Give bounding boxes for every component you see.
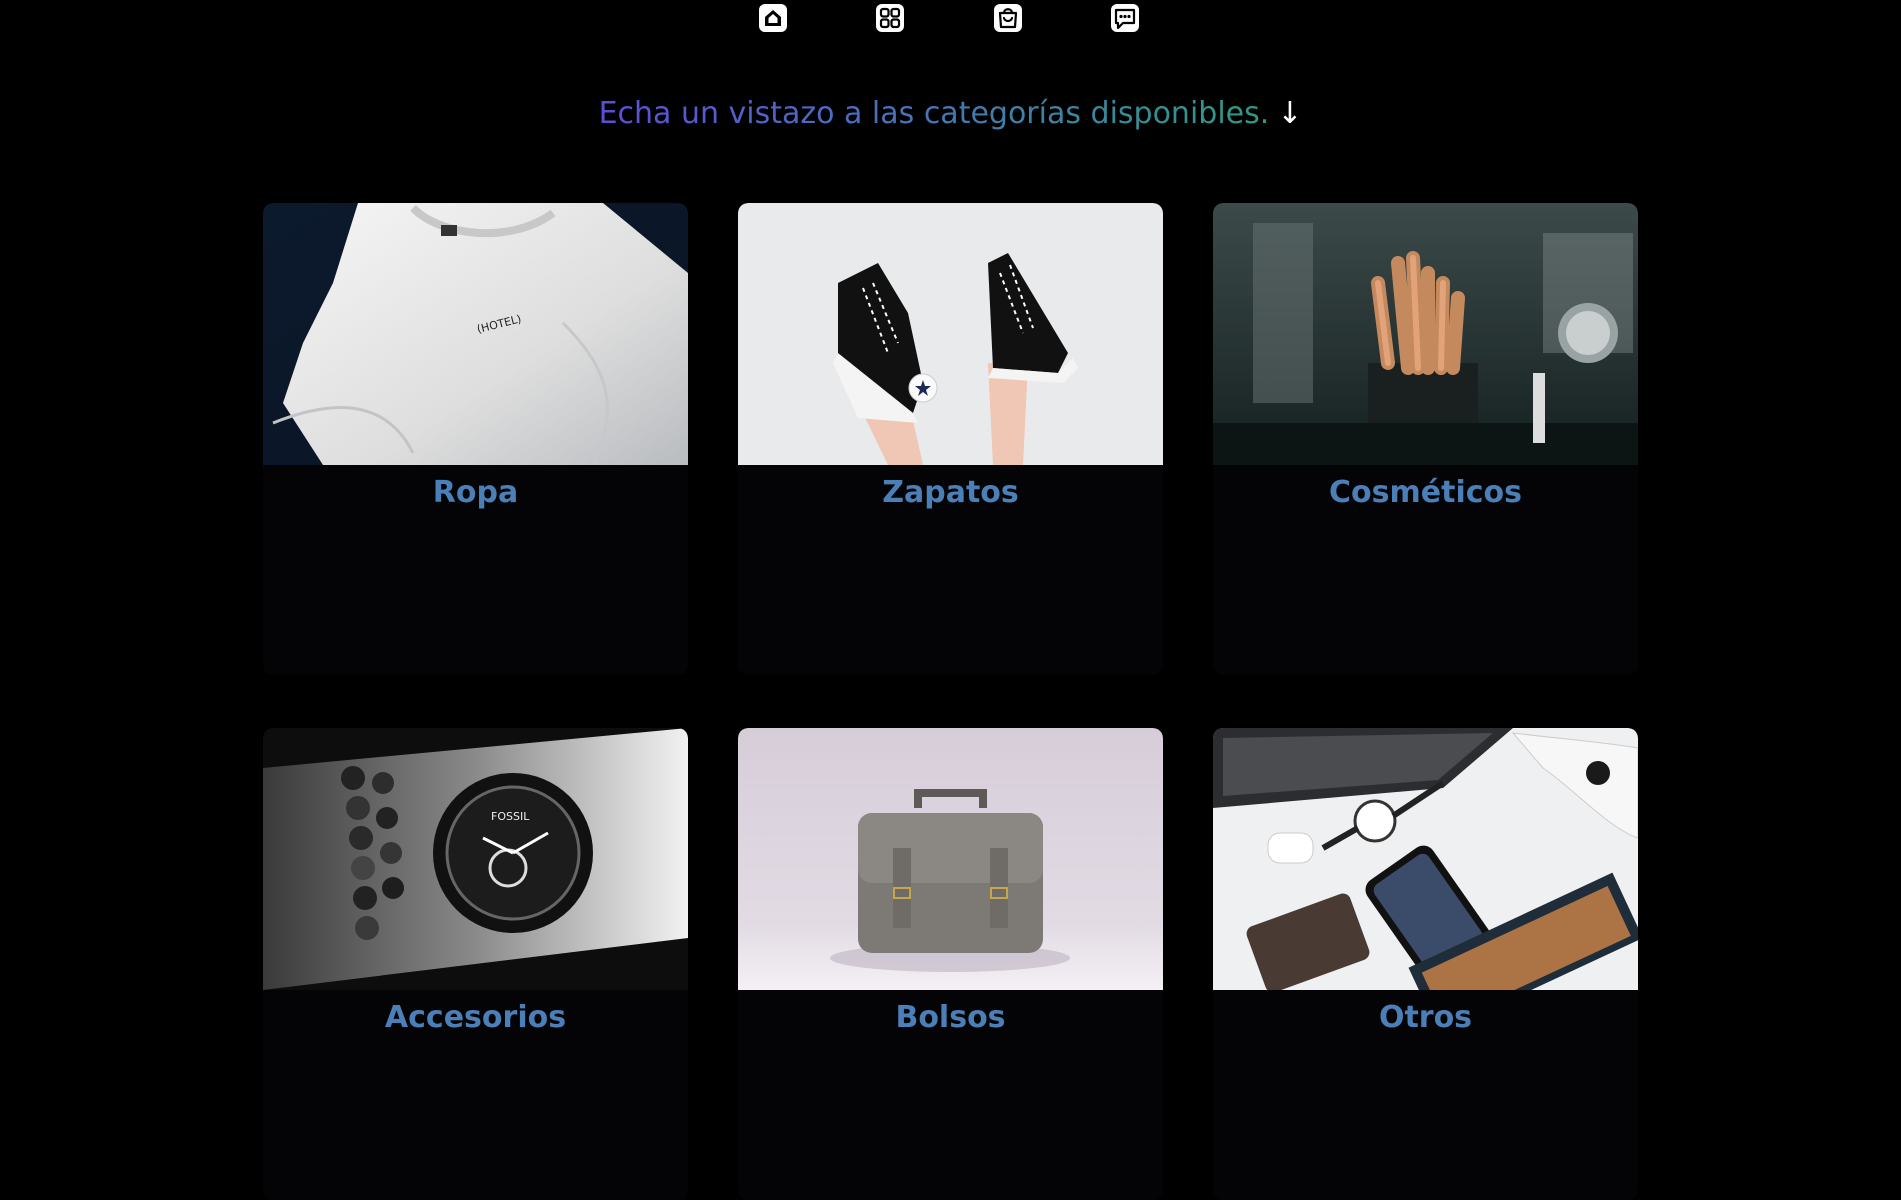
category-title: Accesorios: [384, 1000, 567, 1035]
sneakers-photo: [738, 203, 1163, 465]
category-card-ropa[interactable]: (HOTEL) Ropa: [263, 203, 688, 675]
makeup-brushes-photo: [1213, 203, 1638, 465]
home-icon: [759, 4, 787, 32]
top-nav: [0, 0, 1901, 36]
wristwatch-photo: FOSSIL: [263, 728, 688, 990]
nav-contact-button[interactable]: [1110, 2, 1140, 34]
nav-home-button[interactable]: [758, 2, 788, 34]
nav-shop-button[interactable]: [993, 2, 1023, 34]
category-title: Bolsos: [895, 1000, 1006, 1035]
grid-icon: [876, 4, 904, 32]
heading-text: Echa un vistazo a las categorías disponi…: [598, 96, 1270, 131]
svg-text:FOSSIL: FOSSIL: [491, 810, 530, 823]
arrow-down-icon: ↓: [1277, 96, 1303, 131]
chat-icon: [1111, 4, 1139, 32]
category-card-cosmeticos[interactable]: Cosméticos: [1213, 203, 1638, 675]
category-title: Cosméticos: [1329, 475, 1522, 510]
nav-categories-button[interactable]: [875, 2, 905, 34]
category-title: Ropa: [432, 475, 519, 510]
electronics-flatlay-photo: [1213, 728, 1638, 990]
handbag-photo: [738, 728, 1163, 990]
shopping-bag-icon: [994, 4, 1022, 32]
category-card-zapatos[interactable]: Zapatos: [738, 203, 1163, 675]
white-tshirt-photo: (HOTEL): [263, 203, 688, 465]
category-title: Otros: [1378, 1000, 1473, 1035]
category-title: Zapatos: [882, 475, 1019, 510]
category-card-otros[interactable]: Otros: [1213, 728, 1638, 1200]
category-card-accesorios[interactable]: FOSSIL Accesorios: [263, 728, 688, 1200]
category-card-bolsos[interactable]: Bolsos: [738, 728, 1163, 1200]
categories-heading: Echa un vistazo a las categorías disponi…: [0, 92, 1901, 136]
